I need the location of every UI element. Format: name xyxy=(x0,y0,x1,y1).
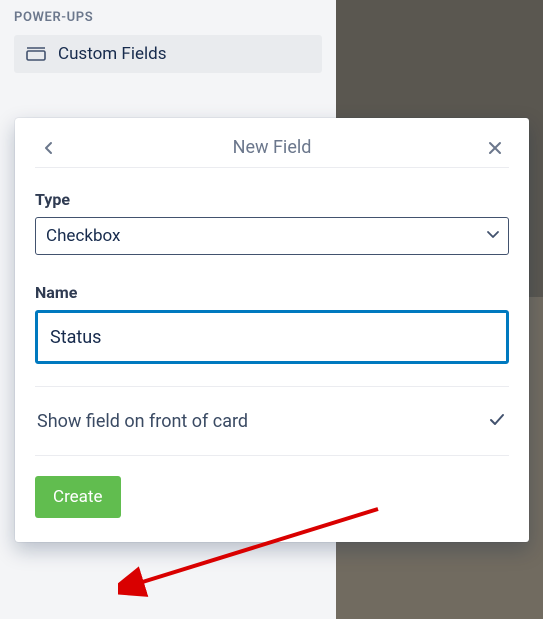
powerup-item-custom-fields[interactable]: Custom Fields xyxy=(14,35,322,73)
name-label: Name xyxy=(35,283,509,302)
divider-2 xyxy=(35,455,509,456)
name-input[interactable] xyxy=(35,310,509,364)
new-field-popup: New Field Type Checkbox Name Show field … xyxy=(15,118,529,542)
back-button[interactable] xyxy=(35,134,63,162)
popup-header: New Field xyxy=(35,128,509,168)
type-field-group: Type Checkbox xyxy=(35,190,509,255)
show-on-front-toggle[interactable]: Show field on front of card xyxy=(35,387,509,455)
chevron-down-icon xyxy=(484,225,502,247)
close-button[interactable] xyxy=(481,134,509,162)
toggle-label: Show field on front of card xyxy=(37,411,248,432)
type-select-value: Checkbox xyxy=(46,226,120,246)
check-icon xyxy=(487,409,507,433)
powerup-label: Custom Fields xyxy=(58,44,166,64)
type-label: Type xyxy=(35,190,509,209)
type-select[interactable]: Checkbox xyxy=(35,217,509,255)
popup-title: New Field xyxy=(233,137,312,158)
name-field-group: Name xyxy=(35,283,509,364)
section-title-powerups: POWER-UPS xyxy=(14,10,322,25)
card-icon xyxy=(26,47,46,61)
create-button[interactable]: Create xyxy=(35,476,121,518)
